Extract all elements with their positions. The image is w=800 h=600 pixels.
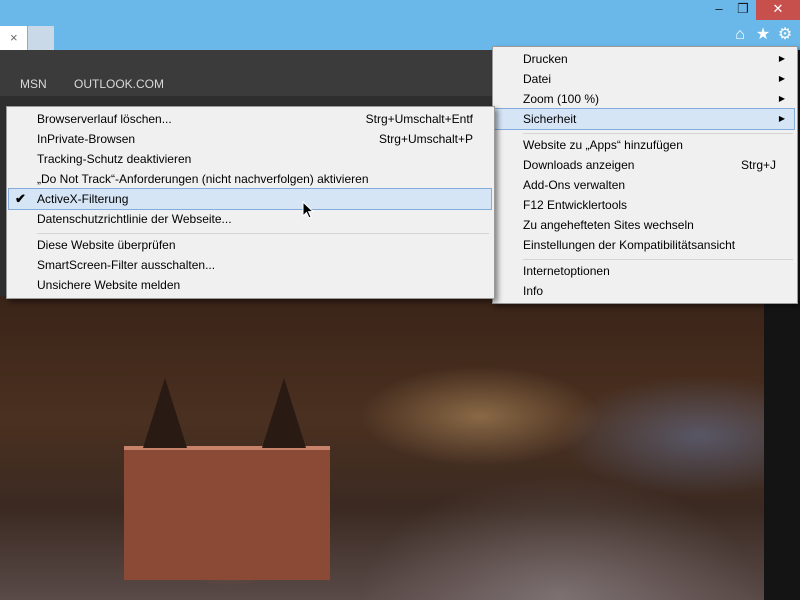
submenu-item-privacy-policy[interactable]: Datenschutzrichtlinie der Webseite... (9, 209, 491, 229)
security-submenu: Browserverlauf löschen... Strg+Umschalt+… (6, 106, 495, 299)
shortcut-label: Strg+J (740, 158, 776, 172)
menu-item-zoom[interactable]: Zoom (100 %) ▶ (495, 89, 794, 109)
nav-link-outlook[interactable]: OUTLOOK.COM (74, 77, 164, 91)
nav-link-msn[interactable]: MSN (20, 77, 47, 91)
submenu-arrow-icon: ▶ (778, 114, 785, 123)
submenu-item-do-not-track[interactable]: „Do Not Track“-Anforderungen (nicht nach… (9, 169, 491, 189)
menu-item-compat-view[interactable]: Einstellungen der Kompatibilitätsansicht (495, 235, 794, 255)
submenu-arrow-icon: ▶ (778, 94, 785, 103)
menu-separator (37, 233, 489, 234)
submenu-item-check-website[interactable]: Diese Website überprüfen (9, 235, 491, 255)
submenu-item-smartscreen[interactable]: SmartScreen-Filter ausschalten... (9, 255, 491, 275)
background-photo (0, 296, 800, 600)
submenu-item-report-unsafe[interactable]: Unsichere Website melden (9, 275, 491, 295)
shortcut-label: Strg+Umschalt+P (378, 132, 473, 146)
submenu-item-inprivate[interactable]: InPrivate-Browsen Strg+Umschalt+P (9, 129, 491, 149)
menu-item-internet-options[interactable]: Internetoptionen (495, 261, 794, 281)
new-tab-button[interactable] (28, 26, 54, 50)
close-window-button[interactable]: ✕ (756, 0, 800, 20)
home-icon[interactable]: ⌂ (731, 26, 749, 44)
mouse-cursor-icon (302, 201, 314, 219)
menu-separator (523, 133, 793, 134)
tab-close-icon[interactable]: × (10, 30, 18, 45)
submenu-item-activex-filtering[interactable]: ✔ ActiveX-Filterung (8, 188, 492, 210)
menu-item-pinned-sites[interactable]: Zu angehefteten Sites wechseln (495, 215, 794, 235)
submenu-item-tracking-protection[interactable]: Tracking-Schutz deaktivieren (9, 149, 491, 169)
menu-item-downloads[interactable]: Downloads anzeigen Strg+J (495, 155, 794, 175)
gear-icon[interactable]: ⚙ (776, 26, 794, 44)
favorites-star-icon[interactable]: ★ (754, 26, 772, 44)
menu-item-add-to-apps[interactable]: Website zu „Apps“ hinzufügen (495, 135, 794, 155)
tools-menu: Drucken ▶ Datei ▶ Zoom (100 %) ▶ Sicherh… (492, 46, 798, 304)
submenu-arrow-icon: ▶ (778, 74, 785, 83)
submenu-item-clear-history[interactable]: Browserverlauf löschen... Strg+Umschalt+… (9, 109, 491, 129)
menu-item-security[interactable]: Sicherheit ▶ (494, 108, 795, 130)
menu-item-file[interactable]: Datei ▶ (495, 69, 794, 89)
browser-tab[interactable]: × (0, 26, 27, 50)
gate-building (124, 446, 330, 580)
checkmark-icon: ✔ (15, 191, 26, 206)
maximize-button[interactable]: ❐ (730, 0, 756, 20)
menu-item-devtools[interactable]: F12 Entwicklertools (495, 195, 794, 215)
title-bar: × – ❐ ✕ ⌂ ★ ⚙ (0, 0, 800, 50)
tower-right (262, 378, 306, 448)
shortcut-label: Strg+Umschalt+Entf (365, 112, 473, 126)
menu-item-print[interactable]: Drucken ▶ (495, 49, 794, 69)
tower-left (143, 378, 187, 448)
menu-item-addons[interactable]: Add-Ons verwalten (495, 175, 794, 195)
submenu-arrow-icon: ▶ (778, 54, 785, 63)
menu-separator (523, 259, 793, 260)
menu-item-info[interactable]: Info (495, 281, 794, 301)
